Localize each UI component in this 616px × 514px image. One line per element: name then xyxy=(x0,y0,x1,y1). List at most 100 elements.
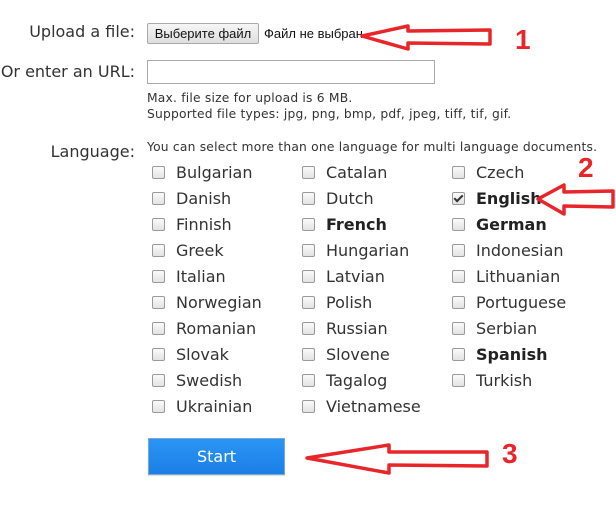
url-input[interactable] xyxy=(147,60,435,84)
language-option-label: Swedish xyxy=(176,370,243,390)
language-checkbox[interactable] xyxy=(452,269,465,283)
language-option-label: Catalan xyxy=(326,162,388,182)
url-label: Or enter an URL: xyxy=(0,62,135,81)
language-option-label: Tagalog xyxy=(326,370,388,390)
language-option-label: Dutch xyxy=(326,188,374,208)
language-option[interactable]: Slovak xyxy=(150,343,229,365)
language-option[interactable]: Italian xyxy=(150,265,226,287)
language-checkbox[interactable] xyxy=(152,347,165,361)
language-checkbox[interactable] xyxy=(452,191,465,205)
language-option-label: Bulgarian xyxy=(176,162,253,182)
language-checkbox[interactable] xyxy=(452,165,465,179)
language-option[interactable]: Finnish xyxy=(150,213,232,235)
language-option-label: Ukrainian xyxy=(176,396,253,416)
language-checkbox[interactable] xyxy=(452,243,465,257)
language-option-label: Polish xyxy=(326,292,373,312)
language-option[interactable]: Catalan xyxy=(300,161,387,183)
language-option-label: Latvian xyxy=(326,266,385,286)
language-option[interactable]: Serbian xyxy=(450,317,537,339)
start-button[interactable]: Start xyxy=(148,438,285,475)
language-option-label: Portuguese xyxy=(476,292,567,312)
max-size-hint: Max. file size for upload is 6 MB. xyxy=(147,91,353,105)
file-status-text: Файл не выбран xyxy=(264,26,363,41)
language-option[interactable]: Vietnamese xyxy=(300,395,421,417)
language-option[interactable]: German xyxy=(450,213,547,235)
language-label: Language: xyxy=(50,142,135,161)
language-checkbox[interactable] xyxy=(152,373,165,387)
language-option-label: Vietnamese xyxy=(326,396,421,416)
language-option[interactable]: Tagalog xyxy=(300,369,387,391)
language-checkbox[interactable] xyxy=(152,191,165,205)
language-option-label: Czech xyxy=(476,162,525,182)
language-hint: You can select more than one language fo… xyxy=(147,140,598,154)
language-option[interactable]: Latvian xyxy=(300,265,385,287)
language-checkbox[interactable] xyxy=(152,243,165,257)
language-option-label: Romanian xyxy=(176,318,257,338)
language-checkbox[interactable] xyxy=(152,217,165,231)
language-option-label: Greek xyxy=(176,240,224,260)
language-option[interactable]: Portuguese xyxy=(450,291,566,313)
language-option[interactable]: English xyxy=(450,187,542,209)
language-option[interactable]: Spanish xyxy=(450,343,548,365)
language-option-label: English xyxy=(476,188,542,208)
language-checkbox[interactable] xyxy=(452,347,465,361)
language-option[interactable]: Greek xyxy=(150,239,224,261)
language-option[interactable]: Bulgarian xyxy=(150,161,253,183)
language-option[interactable]: Hungarian xyxy=(300,239,409,261)
language-option[interactable]: Lithuanian xyxy=(450,265,560,287)
language-option-label: Slovene xyxy=(326,344,390,364)
language-option[interactable]: Indonesian xyxy=(450,239,564,261)
language-option[interactable]: Turkish xyxy=(450,369,532,391)
language-option-label: Russian xyxy=(326,318,388,338)
language-option[interactable]: Czech xyxy=(450,161,524,183)
annotation-arrow-1 xyxy=(360,24,492,51)
language-checkbox[interactable] xyxy=(302,269,315,283)
language-option[interactable]: Russian xyxy=(300,317,388,339)
language-checkbox[interactable] xyxy=(302,217,315,231)
language-checkbox[interactable] xyxy=(152,165,165,179)
annotation-number-1: 1 xyxy=(515,24,531,55)
language-option-label: Turkish xyxy=(476,370,533,390)
language-checkbox[interactable] xyxy=(302,295,315,309)
language-checkbox[interactable] xyxy=(452,217,465,231)
language-checkbox[interactable] xyxy=(302,347,315,361)
language-option-label: German xyxy=(476,214,547,234)
language-checkbox[interactable] xyxy=(302,191,315,205)
upload-file-label: Upload a file: xyxy=(29,22,135,41)
language-checkbox[interactable] xyxy=(152,295,165,309)
language-option[interactable]: Norwegian xyxy=(150,291,262,313)
annotation-number-3: 3 xyxy=(502,438,518,469)
language-checkbox[interactable] xyxy=(452,373,465,387)
language-option[interactable]: Swedish xyxy=(150,369,242,391)
language-checkbox[interactable] xyxy=(302,399,315,413)
language-option-label: French xyxy=(326,214,387,234)
language-checkbox[interactable] xyxy=(152,399,165,413)
language-option-label: Serbian xyxy=(476,318,538,338)
language-option-label: Hungarian xyxy=(326,240,410,260)
language-checkbox[interactable] xyxy=(302,243,315,257)
language-option[interactable]: Ukrainian xyxy=(150,395,252,417)
language-checkbox[interactable] xyxy=(452,321,465,335)
annotation-number-2: 2 xyxy=(578,152,594,183)
language-checkbox[interactable] xyxy=(152,321,165,335)
language-option[interactable]: French xyxy=(300,213,387,235)
language-checkbox[interactable] xyxy=(152,269,165,283)
choose-file-button[interactable]: Выберите файл xyxy=(147,23,259,44)
language-option-label: Lithuanian xyxy=(476,266,561,286)
language-checkbox[interactable] xyxy=(452,295,465,309)
language-option[interactable]: Romanian xyxy=(150,317,256,339)
file-types-hint: Supported file types: jpg, png, bmp, pdf… xyxy=(147,107,512,121)
language-option[interactable]: Slovene xyxy=(300,343,390,365)
language-option[interactable]: Danish xyxy=(150,187,231,209)
annotation-arrow-2 xyxy=(536,183,615,216)
language-option-label: Italian xyxy=(176,266,226,286)
language-checkbox[interactable] xyxy=(302,165,315,179)
language-checkbox[interactable] xyxy=(302,373,315,387)
language-option[interactable]: Dutch xyxy=(300,187,374,209)
language-option-label: Spanish xyxy=(476,344,548,364)
annotation-arrow-3 xyxy=(305,443,489,475)
language-checkbox[interactable] xyxy=(302,321,315,335)
language-option-label: Indonesian xyxy=(476,240,564,260)
language-option[interactable]: Polish xyxy=(300,291,372,313)
language-option-label: Slovak xyxy=(176,344,229,364)
